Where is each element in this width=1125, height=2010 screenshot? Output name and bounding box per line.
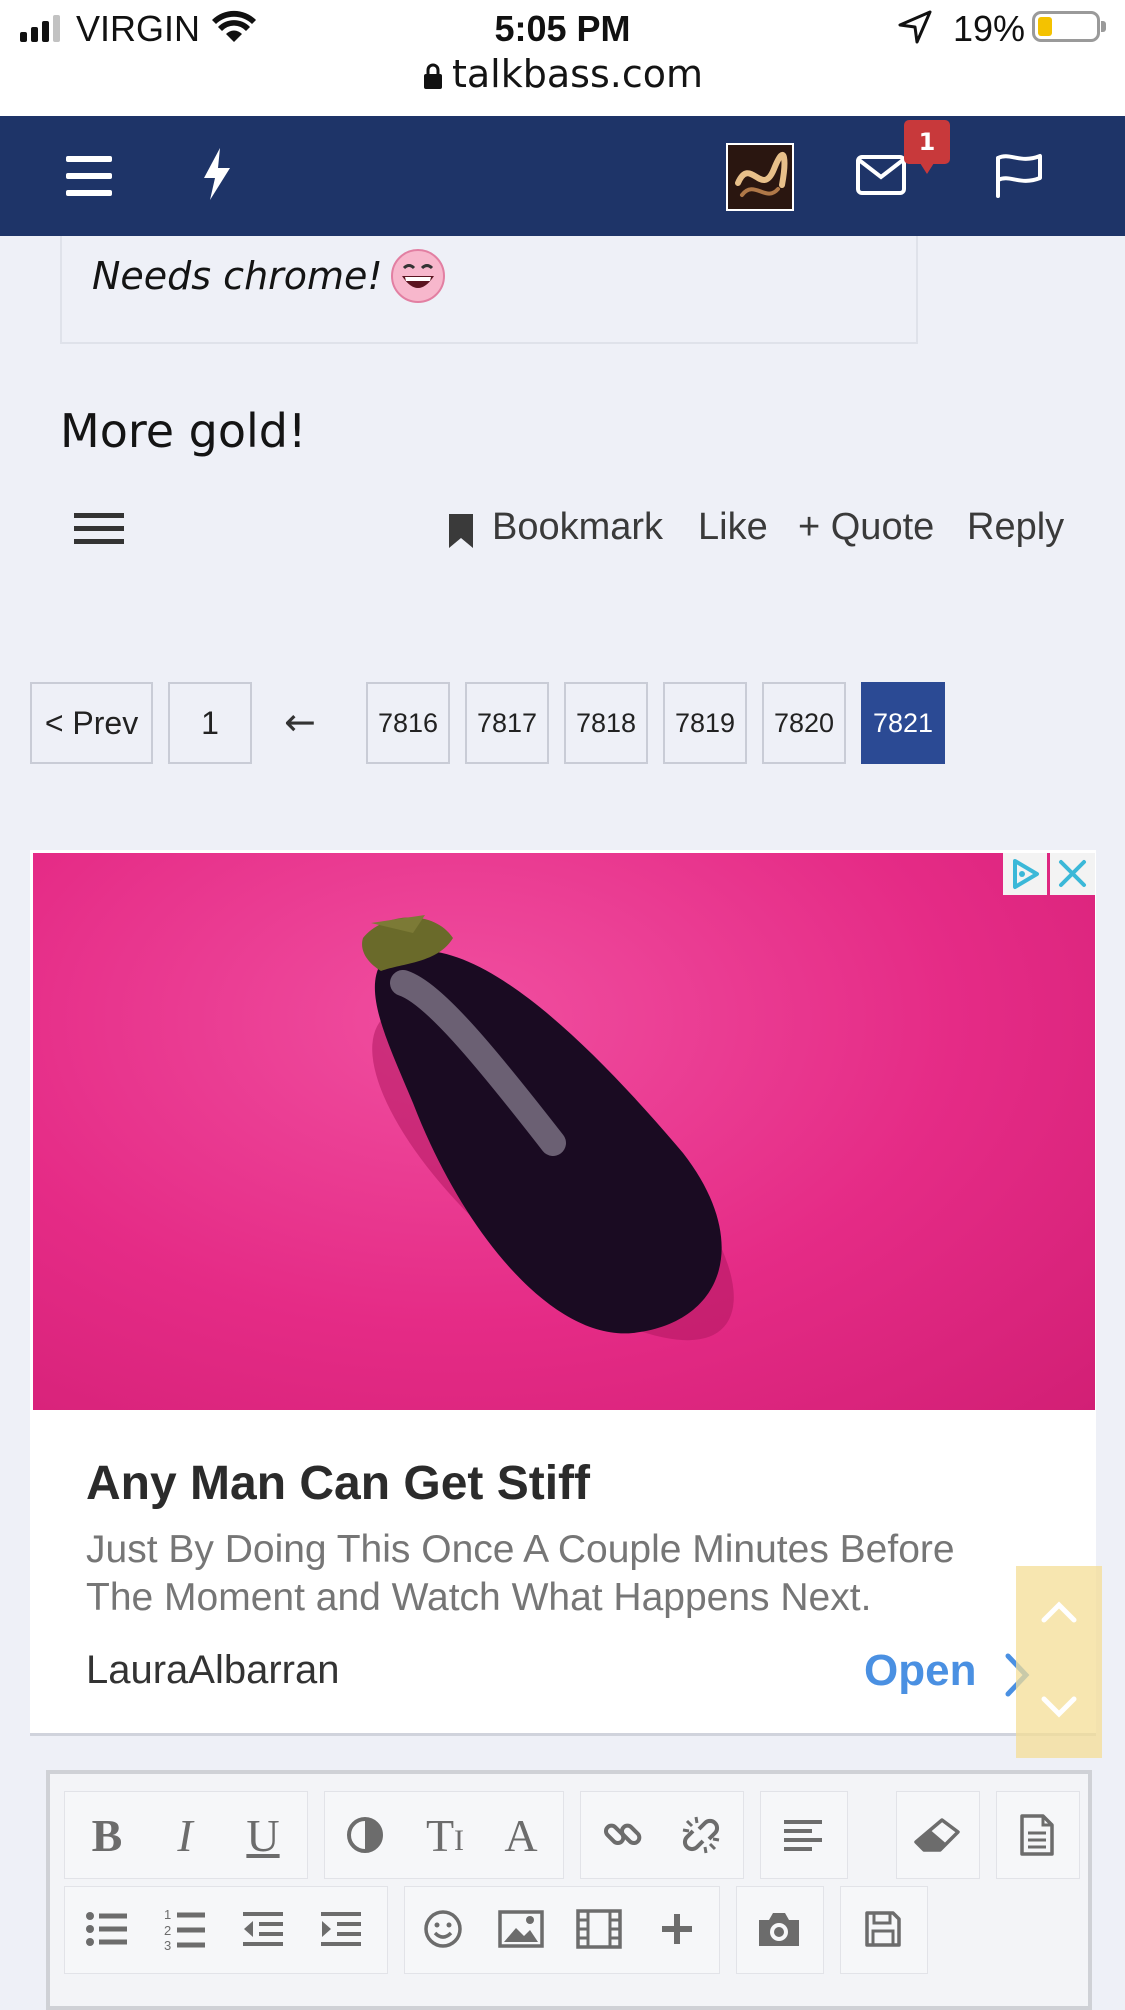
- scroll-down-chevron-icon[interactable]: [1040, 1695, 1078, 1723]
- reply-button[interactable]: Reply: [967, 506, 1064, 549]
- indent-icon[interactable]: [306, 1894, 376, 1964]
- site-navbar: [0, 116, 1125, 236]
- svg-text:1: 1: [164, 1907, 171, 1922]
- pagination-page[interactable]: 7818: [564, 682, 648, 764]
- ad-body-text[interactable]: Just By Doing This Once A Couple Minutes…: [86, 1526, 1026, 1622]
- quote-text: Needs chrome!: [92, 254, 383, 298]
- like-button[interactable]: Like: [698, 506, 768, 549]
- whats-new-bolt-icon[interactable]: [202, 148, 232, 204]
- link-icon[interactable]: [588, 1800, 658, 1870]
- font-family-button[interactable]: A: [486, 1800, 556, 1870]
- bold-button[interactable]: B: [72, 1800, 142, 1870]
- scroll-helper-panel: [1016, 1566, 1102, 1758]
- scroll-up-chevron-icon[interactable]: [1040, 1600, 1078, 1628]
- remove-formatting-eraser-icon[interactable]: [902, 1800, 972, 1870]
- ad-headline[interactable]: Any Man Can Get Stiff: [86, 1456, 590, 1511]
- user-avatar[interactable]: [726, 143, 794, 211]
- inbox-envelope-icon[interactable]: [856, 155, 906, 199]
- insert-plus-icon[interactable]: [642, 1894, 712, 1964]
- ad-source: LauraAlbarran: [86, 1648, 340, 1692]
- pagination-page[interactable]: 7817: [465, 682, 549, 764]
- url-text: talkbass.com: [452, 52, 703, 96]
- quote-button[interactable]: + Quote: [798, 506, 934, 549]
- lock-icon: [422, 55, 444, 99]
- address-bar[interactable]: talkbass.com: [0, 52, 1125, 99]
- post-menu-icon[interactable]: [74, 513, 124, 545]
- location-arrow-icon: [898, 10, 932, 48]
- bulleted-list-icon[interactable]: [72, 1894, 142, 1964]
- hamburger-menu-icon[interactable]: [66, 156, 112, 196]
- pagination-jump-arrow[interactable]: ←: [284, 700, 316, 744]
- alerts-flag-icon[interactable]: [994, 152, 1044, 202]
- battery-icon: [1032, 11, 1106, 42]
- bookmark-icon[interactable]: [447, 514, 475, 552]
- notification-badge: 1: [904, 120, 950, 174]
- view-source-document-icon[interactable]: [1002, 1800, 1072, 1870]
- italic-button[interactable]: I: [150, 1800, 220, 1870]
- insert-image-icon[interactable]: [486, 1894, 556, 1964]
- svg-text:3: 3: [164, 1938, 171, 1951]
- adchoices-icon[interactable]: [1003, 853, 1047, 895]
- pagination-page[interactable]: 7820: [762, 682, 846, 764]
- bookmark-button[interactable]: Bookmark: [492, 506, 663, 549]
- pagination-prev-button[interactable]: < Prev: [30, 682, 153, 764]
- numbered-list-icon[interactable]: 123: [150, 1894, 220, 1964]
- underline-button[interactable]: U: [228, 1800, 298, 1870]
- text-color-icon[interactable]: [330, 1800, 400, 1870]
- unlink-icon[interactable]: [666, 1800, 736, 1870]
- laughing-emoji-icon: [390, 248, 446, 308]
- ad-open-button[interactable]: Open: [864, 1646, 976, 1696]
- ad-close-icon[interactable]: [1050, 853, 1095, 895]
- post-body-text: More gold!: [60, 404, 307, 458]
- pagination-page[interactable]: 7819: [663, 682, 747, 764]
- pagination-current-page[interactable]: 7821: [861, 682, 945, 764]
- pagination-page-first[interactable]: 1: [168, 682, 252, 764]
- camera-icon[interactable]: [744, 1894, 814, 1964]
- align-left-icon[interactable]: [768, 1800, 838, 1870]
- battery-percentage: 19%: [953, 8, 1026, 49]
- pagination-page[interactable]: 7816: [366, 682, 450, 764]
- font-size-button[interactable]: TI: [410, 1800, 480, 1870]
- save-draft-icon[interactable]: [848, 1894, 918, 1964]
- svg-text:2: 2: [164, 1923, 171, 1938]
- insert-media-film-icon[interactable]: [564, 1894, 634, 1964]
- outdent-icon[interactable]: [228, 1894, 298, 1964]
- smilies-icon[interactable]: [408, 1894, 478, 1964]
- ad-image-eggplant[interactable]: [33, 853, 1095, 1410]
